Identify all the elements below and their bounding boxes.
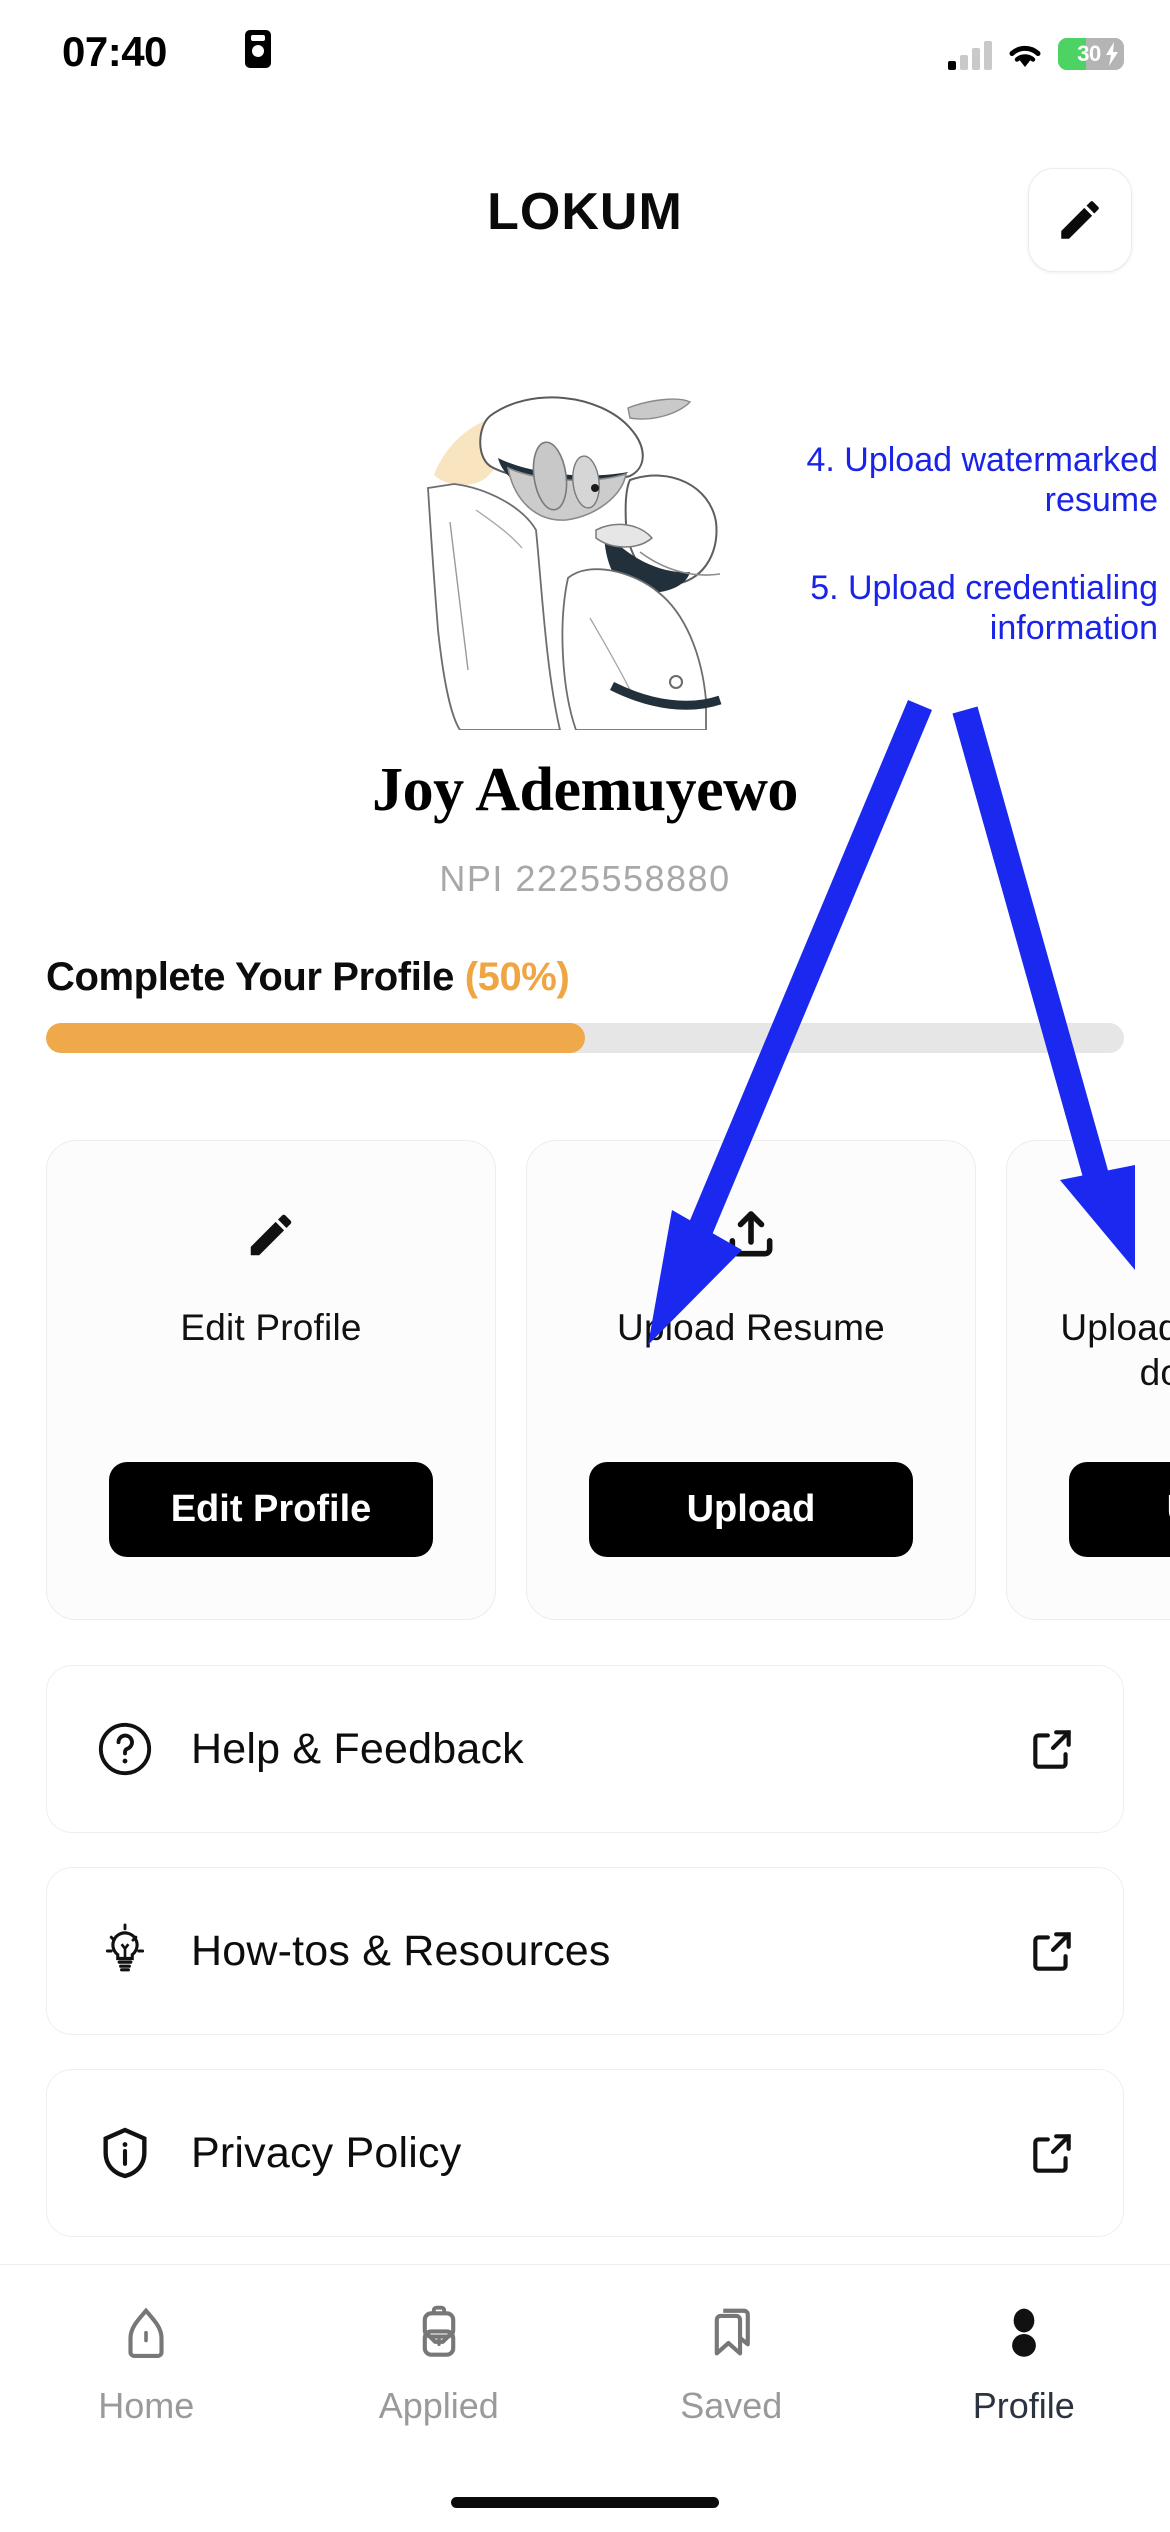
medical-professionals-illustration [390, 370, 730, 731]
menu-item-label: Help & Feedback [191, 1724, 524, 1773]
menu-item-help-feedback[interactable]: Help & Feedback [46, 1665, 1124, 1833]
lightbulb-icon [93, 1919, 157, 1983]
nav-item-home[interactable]: Home [0, 2299, 293, 2427]
wifi-icon [1006, 40, 1044, 70]
person-icon [993, 2299, 1055, 2369]
annotation-step-4: 4. Upload watermarked resume [806, 441, 1158, 520]
nav-label: Applied [378, 2385, 499, 2426]
card-upload-credentialing[interactable]: Upload credentialing documents Upload [1006, 1140, 1170, 1620]
upload-icon [723, 1203, 779, 1267]
external-link-icon[interactable] [1027, 1724, 1077, 1774]
question-circle-icon [93, 1717, 157, 1781]
home-indicator [451, 2497, 719, 2508]
profile-name: Joy Ademuyewo [372, 756, 798, 824]
upload-credentialing-button[interactable]: Upload [1069, 1462, 1170, 1557]
charging-bolt-icon [1106, 42, 1118, 66]
nav-item-profile[interactable]: Profile [878, 2299, 1170, 2427]
battery-icon: 30 [1058, 38, 1124, 70]
briefcase-icon [408, 2299, 470, 2369]
menu-item-how-tos-resources[interactable]: How-tos & Resources [46, 1867, 1124, 2035]
completion-percent: (50%) [464, 955, 570, 999]
bookmark-icon [700, 2299, 762, 2369]
profile-screen: 07:40 30 LOKUM Joy Ademuyewo NPI 2225558… [0, 0, 1170, 2532]
edit-profile-button[interactable]: Edit Profile [109, 1462, 433, 1557]
status-time: 07:40 [62, 28, 167, 75]
id-card-icon [245, 30, 271, 68]
menu-item-privacy-policy[interactable]: Privacy Policy [46, 2069, 1124, 2237]
pencil-icon [244, 1203, 298, 1267]
card-edit-profile[interactable]: Edit Profile Edit Profile [46, 1140, 496, 1620]
external-link-icon[interactable] [1027, 1926, 1077, 1976]
nav-label: Saved [680, 2385, 783, 2426]
nav-item-saved[interactable]: Saved [585, 2299, 878, 2427]
profile-npi: NPI 2225558880 [439, 858, 731, 899]
home-icon [115, 2299, 177, 2369]
card-label: Upload Resume [617, 1307, 885, 1348]
status-bar: 07:40 30 [0, 0, 1170, 120]
card-label: Upload credentialing documents [1060, 1307, 1170, 1394]
upload-resume-button[interactable]: Upload [589, 1462, 913, 1557]
progress-fill [46, 1023, 585, 1053]
card-upload-resume[interactable]: Upload Resume Upload [526, 1140, 976, 1620]
profile-action-cards[interactable]: Edit Profile Edit Profile Upload Resume … [46, 1140, 1170, 1620]
app-logo: LOKUM [487, 183, 683, 241]
edit-profile-header-button[interactable] [1028, 168, 1132, 272]
nav-label: Profile [972, 2385, 1075, 2426]
app-header: LOKUM [0, 168, 1170, 304]
annotation-step-5: 5. Upload credentialing information [810, 569, 1158, 648]
shield-info-icon [93, 2121, 157, 2185]
cellular-signal-icon [948, 40, 992, 70]
profile-completion-progressbar [46, 1023, 1124, 1053]
profile-completion-label: Complete Your Profile (50%) [46, 955, 570, 1000]
card-label: Edit Profile [180, 1307, 362, 1348]
bottom-navigation: Home Applied Saved Profile [0, 2264, 1170, 2532]
status-indicators: 30 [948, 30, 1124, 70]
external-link-icon[interactable] [1027, 2128, 1077, 2178]
completion-text: Complete Your Profile [46, 955, 454, 999]
menu-item-label: How-tos & Resources [191, 1926, 611, 1975]
pencil-icon [1061, 201, 1099, 239]
nav-item-applied[interactable]: Applied [293, 2299, 586, 2427]
nav-label: Home [98, 2385, 195, 2426]
menu-item-label: Privacy Policy [191, 2128, 462, 2177]
profile-menu-list: Help & Feedback How-tos & Resources Priv… [46, 1665, 1124, 2237]
